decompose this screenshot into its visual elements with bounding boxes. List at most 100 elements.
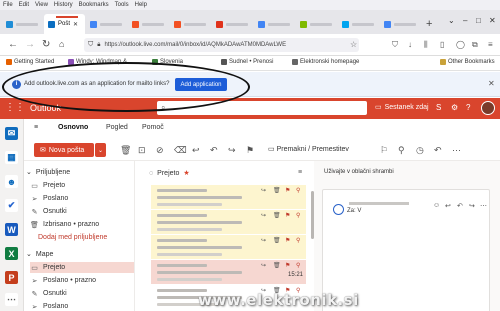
new-tab-button[interactable]: + [426,18,432,30]
reply-icon[interactable]: ↪ [261,237,266,244]
library-icon[interactable]: ⫼ [424,40,428,50]
search-input[interactable]: ⌕ [157,101,367,115]
reply-icon[interactable]: ↩ [192,145,200,156]
pin-icon[interactable]: ⚲ [296,262,300,269]
message-row[interactable]: ↪ 🗑︎ ⚑ ⚲ 15:21 [151,260,306,284]
message-row[interactable]: ↪ 🗑︎ ⚑ ⚲ [151,235,306,259]
back-icon[interactable]: ← [8,39,18,50]
tab-view[interactable]: Pogled [106,124,128,131]
delete-icon[interactable]: 🗑︎ [273,187,281,194]
bookmark-sudnel[interactable]: Sudnel • Prenosi [221,59,273,65]
pocket-icon[interactable]: ⛉ [392,40,398,50]
reaction-icon[interactable]: ☺ [433,202,440,209]
avatar[interactable] [481,101,495,115]
move-to-button[interactable]: ▭ Premakni / Premestitev [268,145,349,153]
flag-icon[interactable]: ⚑ [246,145,254,156]
forward-mail-icon[interactable]: ↪ [228,145,236,156]
close-window-icon[interactable]: ✕ [489,16,496,25]
close-icon[interactable]: ✕ [488,79,495,88]
snooze-icon[interactable]: ◷ [416,145,424,156]
message-row[interactable]: ↪ 🗑︎ ⚑ ⚲ [151,185,306,209]
browser-tab[interactable] [170,14,211,34]
skype-icon[interactable]: S [436,103,441,112]
word-icon[interactable]: W [5,223,18,236]
folder-sent-items[interactable]: ➢ Poslano • prazno [30,275,134,286]
address-bar[interactable]: ⛉ 🔒︎ https://outlook.live.com/mail/0/inb… [84,38,359,52]
tab-home[interactable]: Osnovno [58,124,88,131]
favorite-sent[interactable]: ➢ Poslano [30,193,134,204]
delete-icon[interactable]: 🗑︎ [273,237,281,244]
excel-icon[interactable]: X [5,247,18,260]
app-launcher-icon[interactable]: ⋮⋮ [5,102,25,113]
flag-icon[interactable]: ⚑ [285,187,290,194]
archive-icon[interactable]: ⊡ [138,145,146,156]
bookmark-windy[interactable]: Windy: Windmap &... [68,59,132,65]
todo-icon[interactable]: ✔ [5,199,18,212]
folder-sent[interactable]: ➢ Poslano [30,301,134,311]
maximize-icon[interactable]: □ [476,16,481,25]
browser-tab[interactable] [380,14,421,34]
select-all-checkbox[interactable]: ◌ [149,170,153,177]
folder-inbox[interactable]: ▭ Prejeto [30,262,134,273]
new-mail-dropdown[interactable]: ⌄ [95,143,106,157]
calendar-icon[interactable]: ▦ [5,151,18,164]
flag-icon[interactable]: ⚑ [285,262,290,269]
delete-icon[interactable]: 🗑︎ [120,145,131,156]
people-icon[interactable]: ☻ [5,175,18,188]
menu-view[interactable]: View [35,2,48,8]
help-icon[interactable]: ? [466,103,470,112]
reply-all-icon[interactable]: ↶ [457,202,463,210]
tag-icon[interactable]: ⚐ [380,145,388,156]
forward-icon[interactable]: → [25,39,35,50]
bookmark-elektronski[interactable]: Elektronski homepage [292,59,359,65]
new-mail-button[interactable]: ✉ Nova pošta [34,143,94,157]
browser-tab[interactable] [128,14,169,34]
downloads-icon[interactable]: ↓ [408,40,412,49]
pin-icon[interactable]: ⚲ [296,187,300,194]
pin-icon[interactable]: ⚲ [296,212,300,219]
sweep-icon[interactable]: ⌫ [174,145,187,156]
menu-file[interactable]: File [3,2,13,8]
browser-tab[interactable] [86,14,127,34]
account-icon[interactable]: ◯ [456,40,465,49]
reply-icon[interactable]: ↪ [261,187,266,194]
more-options-icon[interactable]: ⋯ [452,145,461,156]
menu-edit[interactable]: Edit [19,2,29,8]
menu-help[interactable]: Help [135,2,147,8]
bookmark-other[interactable]: Other Bookmarks [440,59,495,65]
settings-gear-icon[interactable]: ⚙ [451,103,458,112]
favorite-inbox[interactable]: ▭ Prejeto [30,180,134,191]
bookmark-star-icon[interactable]: ☆ [350,40,357,49]
menu-hamburger-icon[interactable]: ≡ [488,40,493,49]
browser-tab[interactable] [338,14,379,34]
favorite-star-icon[interactable]: ★ [183,169,189,177]
browser-tab[interactable] [212,14,253,34]
powerpoint-icon[interactable]: P [5,271,18,284]
menu-bookmarks[interactable]: Bookmarks [79,2,109,8]
reload-icon[interactable]: ↻ [42,39,50,50]
flag-icon[interactable]: ⚑ [285,237,290,244]
folder-drafts[interactable]: ✎ Osnutki [30,288,134,299]
flag-icon[interactable]: ⚑ [285,212,290,219]
report-icon[interactable]: ⊘ [156,145,164,156]
undo-icon[interactable]: ↶ [434,145,442,156]
list-all-tabs-icon[interactable]: ⌄ [448,16,455,25]
sidebar-icon[interactable]: ▯ [440,40,444,49]
more-options-icon[interactable]: ⋯ [480,202,487,210]
message-row[interactable]: ↪ 🗑︎ ⚑ ⚲ [151,210,306,234]
meet-now-button[interactable]: ▭ Sestanek zdaj [375,103,429,112]
sender-avatar[interactable] [333,204,344,215]
favorite-drafts[interactable]: ✎ Osnutki [30,206,134,217]
menu-history[interactable]: History [54,2,73,8]
forward-mail-icon[interactable]: ↪ [469,202,475,210]
home-icon[interactable]: ⌂ [59,39,64,49]
delete-icon[interactable]: 🗑︎ [273,212,281,219]
favorites-group[interactable]: ⌄ Priljubljene [26,168,70,177]
hamburger-icon[interactable]: ≡ [34,124,38,131]
favorite-deleted[interactable]: 🗑︎ Izbrisano • prazno [30,219,134,230]
bookmark-getting-started[interactable]: Getting Started [6,59,54,65]
pin-icon[interactable]: ⚲ [398,145,405,156]
minimize-icon[interactable]: – [463,16,467,25]
reply-all-icon[interactable]: ↶ [210,145,218,156]
reply-icon[interactable]: ↩ [445,202,451,210]
